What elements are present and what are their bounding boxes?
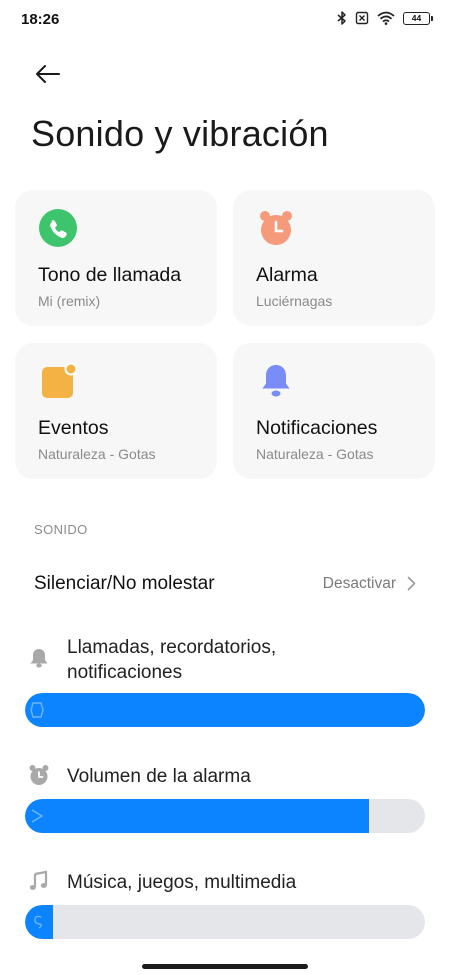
chevron-right-icon — [407, 576, 416, 591]
page-title: Sonido y vibración — [31, 113, 329, 154]
card-title: Eventos — [38, 417, 109, 439]
volume-label-media: Música, juegos, multimedia — [67, 872, 297, 893]
no-sim-icon — [355, 11, 369, 25]
music-note-icon — [29, 870, 48, 890]
slider-handle-icon — [31, 809, 44, 823]
card-events[interactable]: Eventos Naturaleza - Gotas — [15, 343, 217, 479]
card-title: Alarma — [256, 264, 318, 286]
volume-label-line: Llamadas, recordatorios, — [67, 637, 277, 658]
alarm-clock-icon — [260, 211, 292, 245]
status-bar: 18:26 44 — [0, 0, 450, 40]
card-subtitle: Luciérnagas — [256, 293, 333, 309]
wifi-icon — [377, 11, 395, 25]
card-notifications[interactable]: Notificaciones Naturaleza - Gotas — [233, 343, 435, 479]
bluetooth-icon — [337, 11, 346, 25]
volume-label-line: notificaciones — [67, 662, 183, 683]
volume-slider-calls[interactable] — [25, 693, 425, 727]
slider-fill — [25, 693, 425, 727]
battery-level: 44 — [411, 13, 422, 23]
card-alarm[interactable]: Alarma Luciérnagas — [233, 190, 435, 326]
volume-slider-alarm[interactable] — [25, 799, 425, 833]
phone-icon — [39, 209, 77, 247]
dnd-value: Desactivar — [322, 575, 396, 592]
bell-icon — [30, 649, 48, 668]
card-subtitle: Naturaleza - Gotas — [256, 446, 374, 462]
volume-label-alarm: Volumen de la alarma — [67, 766, 251, 787]
dnd-title: Silenciar/No molestar — [34, 573, 215, 594]
status-time: 18:26 — [21, 11, 60, 28]
section-label-sound: SONIDO — [34, 522, 88, 537]
card-subtitle: Naturaleza - Gotas — [38, 446, 156, 462]
calendar-event-icon — [42, 362, 77, 398]
back-button[interactable] — [30, 58, 66, 90]
card-subtitle: Mi (remix) — [38, 293, 101, 309]
slider-fill — [25, 799, 369, 833]
alarm-clock-icon — [29, 765, 49, 785]
card-title: Tono de llamada — [38, 264, 182, 286]
card-title: Notificaciones — [256, 417, 378, 439]
status-icons: 44 — [337, 11, 433, 25]
home-indicator[interactable] — [142, 964, 308, 969]
volume-slider-media[interactable] — [25, 905, 425, 939]
do-not-disturb-row[interactable]: Silenciar/No molestar Desactivar — [0, 560, 450, 608]
arrow-left-icon — [36, 65, 60, 83]
battery-icon: 44 — [403, 11, 433, 25]
slider-handle-icon — [30, 702, 44, 718]
slider-handle-icon — [34, 915, 42, 929]
bell-icon — [262, 365, 290, 397]
volume-label-calls: Llamadas, recordatorios, notificaciones — [67, 635, 276, 685]
card-ringtone[interactable]: Tono de llamada Mi (remix) — [15, 190, 217, 326]
